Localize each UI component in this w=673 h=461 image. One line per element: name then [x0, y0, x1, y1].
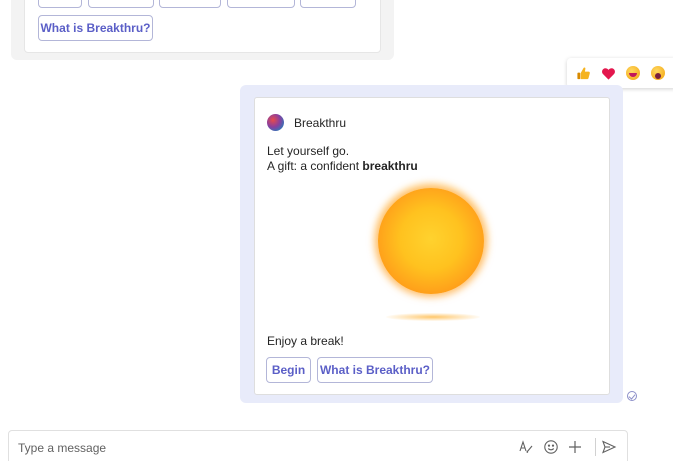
previous-option-chip[interactable]: [227, 0, 295, 8]
surprised-icon[interactable]: [651, 65, 666, 81]
card-footer-text: Enjoy a break!: [267, 334, 344, 348]
heart-icon[interactable]: [601, 66, 616, 81]
add-icon[interactable]: [567, 438, 583, 456]
previous-what-is-breakthru-button[interactable]: What is Breakthru?: [38, 15, 153, 41]
previous-option-chip[interactable]: [88, 0, 154, 8]
card-line-2: A gift: a confident breakthru: [267, 159, 418, 173]
laugh-icon[interactable]: [626, 65, 641, 81]
card-line-2-prefix: A gift: a confident: [267, 159, 363, 173]
card-line-2-bold: breakthru: [362, 159, 418, 173]
emoji-icon[interactable]: [543, 438, 559, 456]
toolbar-divider: [595, 438, 596, 456]
card-app-header: Breakthru: [267, 114, 346, 131]
card-app-name: Breakthru: [294, 115, 347, 130]
reaction-bar: [567, 58, 673, 88]
seen-check-icon: [627, 391, 637, 401]
card-line-1: Let yourself go.: [267, 144, 350, 158]
breakthru-logo-icon: [267, 114, 284, 131]
begin-button[interactable]: Begin: [266, 357, 311, 383]
sun-image: [360, 180, 500, 330]
thumbs-up-icon[interactable]: [576, 66, 591, 81]
previous-option-chip[interactable]: [300, 0, 356, 8]
what-is-breakthru-button[interactable]: What is Breakthru?: [317, 357, 433, 383]
previous-option-chip[interactable]: [38, 0, 82, 8]
format-icon[interactable]: [518, 438, 534, 456]
previous-option-chip[interactable]: [159, 0, 221, 8]
send-icon[interactable]: [601, 438, 617, 456]
message-input[interactable]: [18, 438, 488, 458]
